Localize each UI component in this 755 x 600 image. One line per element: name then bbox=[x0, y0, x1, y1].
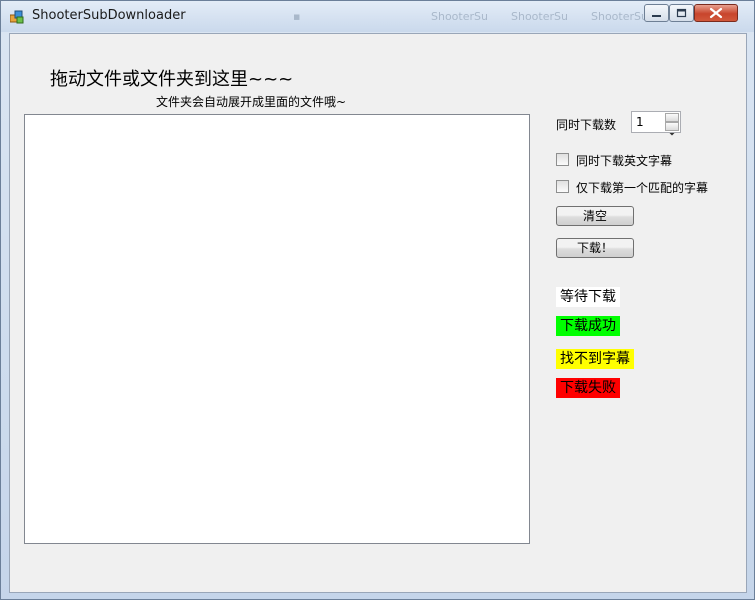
concurrent-downloads-stepper[interactable]: 1 bbox=[631, 111, 681, 136]
maximize-icon bbox=[676, 8, 687, 18]
app-icon bbox=[10, 10, 24, 24]
background-title-3: ShooterSu bbox=[591, 10, 648, 23]
first-match-checkbox[interactable] bbox=[556, 180, 569, 193]
english-subtitle-checkbox[interactable] bbox=[556, 153, 569, 166]
background-window-ghost: ▪ bbox=[293, 10, 301, 23]
concurrent-downloads-value[interactable]: 1 bbox=[636, 115, 644, 129]
minimize-icon bbox=[652, 15, 661, 17]
clear-button[interactable]: 清空 bbox=[556, 206, 634, 226]
drop-heading: 拖动文件或文件夹到这里~~~ bbox=[50, 69, 294, 90]
concurrent-downloads-label: 同时下载数 bbox=[556, 118, 617, 132]
download-button[interactable]: 下载！ bbox=[556, 238, 634, 258]
maximize-button[interactable] bbox=[669, 4, 694, 22]
title-bar[interactable]: ShooterSubDownloader ▪ ShooterSu Shooter… bbox=[1, 1, 754, 32]
close-button[interactable] bbox=[694, 4, 738, 22]
background-title-2: ShooterSu bbox=[511, 10, 568, 23]
legend-failed: 下载失败 bbox=[556, 378, 620, 398]
close-icon bbox=[709, 7, 723, 19]
english-subtitle-label[interactable]: 同时下载英文字幕 bbox=[576, 152, 672, 169]
legend-waiting: 等待下载 bbox=[556, 287, 620, 307]
window-title: ShooterSubDownloader bbox=[32, 8, 186, 23]
app-window: ShooterSubDownloader ▪ ShooterSu Shooter… bbox=[0, 0, 755, 600]
stepper-down-button[interactable] bbox=[665, 122, 679, 136]
arrow-down-icon bbox=[669, 133, 675, 136]
first-match-label[interactable]: 仅下载第一个匹配的字幕 bbox=[576, 179, 708, 196]
stepper-up-button[interactable] bbox=[665, 113, 679, 127]
minimize-button[interactable] bbox=[644, 4, 669, 22]
legend-success: 下载成功 bbox=[556, 316, 620, 336]
main-panel: 拖动文件或文件夹到这里~~~ 文件夹会自动展开成里面的文件哦~ 同时下载数 1 … bbox=[9, 33, 747, 593]
file-drop-list[interactable] bbox=[24, 114, 530, 544]
legend-not-found: 找不到字幕 bbox=[556, 349, 634, 369]
drop-subheading: 文件夹会自动展开成里面的文件哦~ bbox=[156, 95, 347, 109]
background-title-1: ShooterSu bbox=[431, 10, 488, 23]
